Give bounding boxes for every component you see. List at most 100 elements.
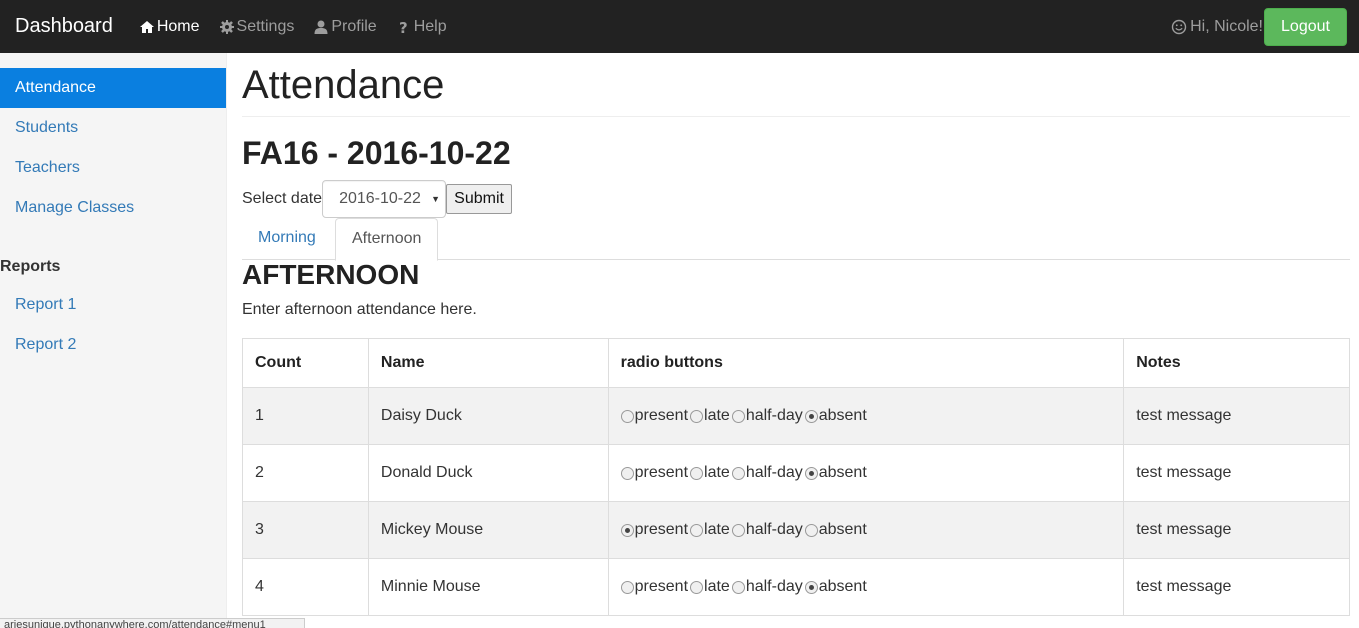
user-icon	[314, 20, 328, 34]
radio-option-absent[interactable]: absent	[804, 521, 867, 539]
table-row: 2 Donald Duck present late half-day absent tes…	[242, 444, 1350, 502]
row-count: 4	[242, 558, 369, 616]
submit-button[interactable]: Submit	[446, 184, 513, 214]
radio-option-present[interactable]: present	[620, 521, 688, 539]
nav-settings[interactable]: Settings	[219, 0, 295, 53]
nav-help-label: Help	[413, 18, 447, 35]
attendance-radio-cell: present late half-day absent	[607, 501, 1125, 559]
radio-option-present[interactable]: present	[620, 578, 689, 596]
browser-status-bar: ariesunique.pythonanywhere.com/attendanc…	[0, 618, 305, 628]
sidebar-item-report-2[interactable]: Report 2	[0, 325, 226, 365]
radio-option-late[interactable]: late	[690, 407, 730, 425]
brand-link[interactable]: Dashboard	[0, 0, 139, 53]
date-select[interactable]: 2016-10-22 ▼	[322, 180, 447, 218]
tab-morning[interactable]: Morning	[242, 218, 332, 260]
radio-half-day[interactable]	[731, 409, 745, 423]
radio-absent[interactable]	[804, 466, 818, 480]
radio-label: absent	[818, 578, 867, 595]
home-icon	[139, 20, 154, 33]
radio-half-day[interactable]	[731, 523, 745, 537]
radio-label: present	[634, 407, 689, 424]
nav-right: Hi, Nicole! Logout	[1171, 0, 1359, 53]
section-title: AFTERNOON	[242, 259, 420, 290]
radio-absent[interactable]	[804, 580, 818, 594]
radio-option-half-day[interactable]: half-day	[731, 578, 803, 596]
radio-label: late	[704, 521, 730, 538]
sidebar: Attendance Students Teachers Manage Clas…	[0, 53, 227, 628]
row-notes: test message	[1123, 501, 1350, 559]
row-count: 1	[242, 387, 369, 445]
greeting-text: Hi, Nicole!	[1190, 17, 1263, 35]
top-navbar: Dashboard Home Settings Profile ? Help H…	[0, 0, 1359, 53]
radio-option-half-day[interactable]: half-day	[731, 521, 803, 539]
smile-icon	[1171, 19, 1187, 34]
radio-present[interactable]	[620, 409, 634, 423]
radio-label: present	[634, 578, 689, 595]
radio-option-half-day[interactable]: half-day	[731, 464, 803, 482]
column-header-name: Name	[367, 338, 609, 388]
attendance-table: Count Name radio buttons Notes 1 Daisy Du…	[242, 338, 1350, 616]
sidebar-item-students[interactable]: Students	[0, 108, 226, 148]
nav-home[interactable]: Home	[139, 0, 200, 53]
radio-present[interactable]	[620, 523, 634, 537]
user-greeting: Hi, Nicole!	[1171, 18, 1263, 36]
cog-icon	[219, 19, 234, 34]
sidebar-item-teachers[interactable]: Teachers	[0, 148, 226, 188]
radio-option-present[interactable]: present	[620, 464, 689, 482]
attendance-radio-group: present late half-day absent	[620, 464, 1112, 482]
radio-late[interactable]	[690, 409, 704, 423]
nav-profile[interactable]: Profile	[313, 0, 377, 53]
column-header-notes: Notes	[1123, 338, 1350, 388]
radio-option-absent[interactable]: absent	[804, 464, 867, 482]
radio-label: absent	[818, 407, 867, 424]
radio-late[interactable]	[690, 466, 704, 480]
attendance-radio-group: present late half-day absent	[620, 578, 1112, 596]
student-name: Donald Duck	[367, 444, 609, 502]
tab-afternoon[interactable]: Afternoon	[335, 218, 439, 261]
sidebar-item-manage-classes[interactable]: Manage Classes	[0, 188, 226, 228]
page-title: Attendance	[242, 63, 445, 107]
radio-option-present[interactable]: present	[620, 407, 689, 425]
radio-label: absent	[818, 521, 867, 538]
attendance-radio-group: present late half-day absent	[620, 521, 1112, 539]
attendance-table-body: 1 Daisy Duck present late half-day absent test…	[242, 387, 1350, 616]
radio-late[interactable]	[690, 523, 704, 537]
table-row: 1 Daisy Duck present late half-day absent test…	[242, 387, 1350, 445]
radio-label: absent	[818, 464, 867, 481]
radio-late[interactable]	[690, 580, 704, 594]
attendance-radio-cell: present late half-day absent	[607, 558, 1125, 616]
radio-half-day[interactable]	[731, 466, 745, 480]
table-row: 4 Minnie Mouse present late half-day absent te…	[242, 558, 1350, 616]
row-notes: test message	[1123, 444, 1350, 502]
radio-label: present	[634, 464, 689, 481]
logout-button[interactable]: Logout	[1264, 7, 1347, 46]
radio-present[interactable]	[620, 580, 634, 594]
radio-option-late[interactable]: late	[690, 521, 730, 539]
nav-help[interactable]: ? Help	[396, 0, 447, 53]
radio-present[interactable]	[620, 466, 634, 480]
radio-option-late[interactable]: late	[690, 578, 730, 596]
sidebar-item-report-1[interactable]: Report 1	[0, 285, 226, 325]
column-header-radio: radio buttons	[607, 338, 1125, 388]
radio-option-absent[interactable]: absent	[804, 407, 867, 425]
sidebar-item-attendance[interactable]: Attendance	[0, 68, 226, 108]
radio-option-absent[interactable]: absent	[804, 578, 867, 596]
table-header-row: Count Name radio buttons Notes	[242, 338, 1350, 388]
nav-home-label: Home	[156, 18, 200, 35]
radio-option-late[interactable]: late	[690, 464, 730, 482]
radio-half-day[interactable]	[731, 580, 745, 594]
select-date-label: Select date	[242, 190, 323, 207]
radio-absent[interactable]	[804, 409, 818, 423]
radio-label: late	[704, 464, 730, 481]
nav-settings-label: Settings	[236, 18, 295, 35]
radio-absent[interactable]	[804, 523, 818, 537]
radio-option-half-day[interactable]: half-day	[731, 407, 803, 425]
date-form: Select date 2016-10-22 ▼ Submit	[242, 180, 513, 218]
student-name: Minnie Mouse	[367, 558, 609, 616]
caret-down-icon: ▼	[431, 194, 441, 204]
attendance-radio-cell: present late half-day absent	[607, 387, 1125, 445]
radio-label: half-day	[745, 407, 803, 424]
student-name: Daisy Duck	[367, 387, 609, 445]
class-date-title: FA16 - 2016-10-22	[242, 135, 511, 171]
nav-profile-label: Profile	[331, 18, 377, 35]
